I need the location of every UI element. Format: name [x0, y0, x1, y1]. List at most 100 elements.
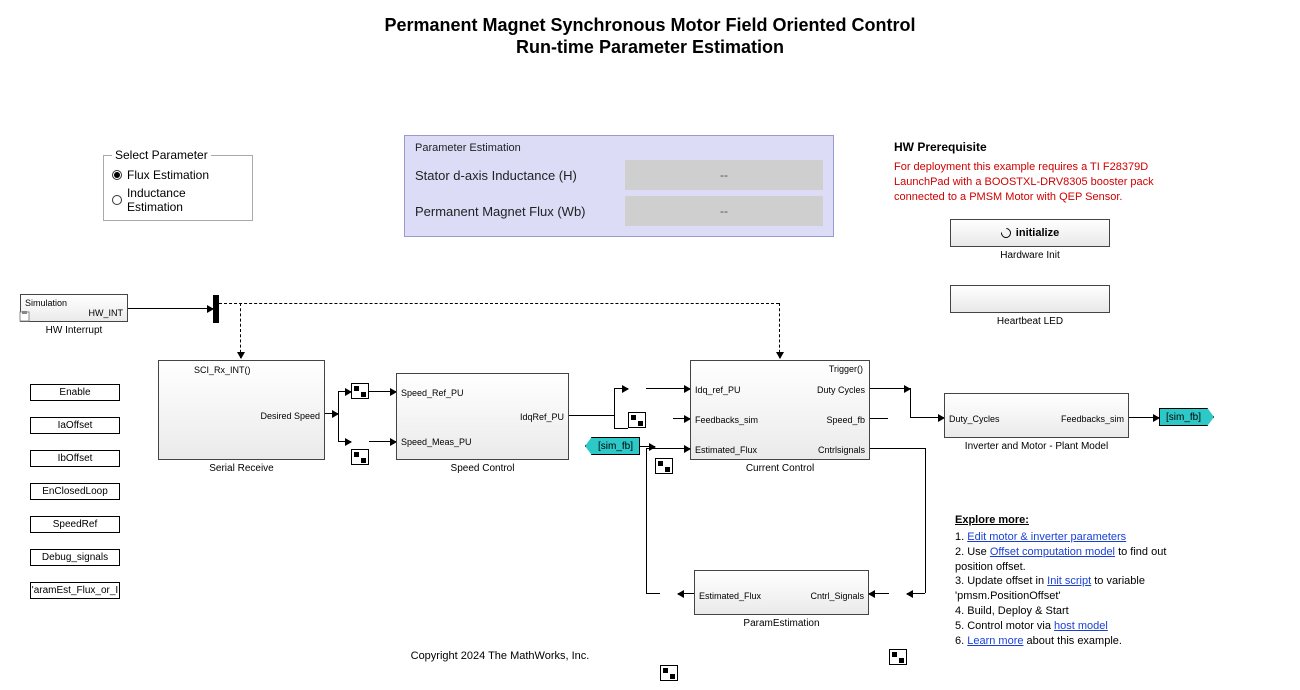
speed-control-caption: Speed Control [396, 463, 569, 474]
hw-int-port: HW_INT [89, 308, 124, 318]
signal-line [614, 388, 628, 389]
link-learn-more[interactable]: Learn more [967, 635, 1023, 647]
select-parameter-legend: Select Parameter [112, 148, 211, 162]
signal-line [646, 593, 660, 594]
initialize-caption: Hardware Init [950, 250, 1110, 261]
speed-ctrl-in1: Speed_Ref_PU [401, 388, 464, 398]
tag-enable[interactable]: Enable [30, 384, 120, 401]
hw-int-sim-label: Simulation [25, 298, 67, 308]
signal-line [128, 308, 213, 309]
pe-panel-title: Parameter Estimation [415, 142, 823, 154]
speed-control-block[interactable]: Speed_Ref_PU Speed_Meas_PU IdqRef_PU [396, 373, 569, 460]
rate-transition[interactable] [351, 383, 369, 399]
explore-title: Explore more: [955, 513, 1195, 528]
explore-text: 1. [955, 531, 967, 543]
pe-row2-label: Permanent Magnet Flux (Wb) [415, 204, 625, 219]
signal-line [369, 391, 396, 392]
signal-line [369, 441, 396, 442]
initialize-block[interactable]: initialize [950, 219, 1110, 247]
radio-inductance-estimation[interactable]: Inductance Estimation [112, 186, 244, 214]
param-estimation-caption: ParamEstimation [694, 618, 869, 629]
link-host-model[interactable]: host model [1054, 620, 1108, 632]
signal-line [1129, 417, 1159, 418]
parameter-estimation-panel: Parameter Estimation Stator d-axis Induc… [404, 135, 834, 237]
heartbeat-block[interactable] [950, 285, 1110, 313]
serial-receive-caption: Serial Receive [158, 463, 325, 474]
param-estimation-block[interactable]: Cntrl_Signals Estimated_Flux [694, 570, 869, 615]
signal-line [614, 428, 628, 429]
current-ctrl-out2: Speed_fb [826, 415, 865, 425]
rate-transition[interactable] [351, 449, 369, 465]
signal-line [869, 593, 889, 594]
plant-caption: Inverter and Motor - Plant Model [944, 441, 1129, 452]
current-ctrl-trigger: Trigger() [829, 364, 863, 374]
speed-ctrl-in2: Speed_Meas_PU [401, 437, 472, 447]
signal-line [338, 391, 351, 392]
link-edit-params[interactable]: Edit motor & inverter parameters [967, 531, 1126, 543]
signal-line [646, 388, 690, 389]
signal-line [925, 448, 926, 593]
paramest-out: Estimated_Flux [699, 591, 761, 601]
rate-transition[interactable] [660, 665, 678, 681]
rate-transition[interactable] [628, 412, 646, 428]
signal-line [640, 446, 655, 447]
current-control-caption: Current Control [690, 463, 870, 474]
serial-rx-trigger-port: SCI_Rx_INT() [194, 365, 251, 375]
radio-label: Flux Estimation [127, 168, 209, 182]
explore-more-panel: Explore more: 1. Edit motor & inverter p… [955, 513, 1195, 649]
signal-line [338, 441, 351, 442]
rate-transition[interactable] [889, 649, 907, 665]
copyright: Copyright 2024 The MathWorks, Inc. [350, 650, 650, 662]
hw-interrupt-block[interactable]: Simulation HW_INT [20, 294, 128, 322]
signal-line-dashed [219, 303, 779, 304]
explore-text: about this example. [1024, 635, 1122, 647]
signal-line [646, 448, 647, 593]
link-init-script[interactable]: Init script [1047, 575, 1091, 587]
signal-line [678, 593, 694, 594]
from-tag-simfb[interactable]: [sim_fb] [585, 437, 640, 455]
current-control-block[interactable]: Trigger() Idq_ref_PU Feedbacks_sim Estim… [690, 360, 870, 460]
clipboard-icon [19, 311, 31, 323]
radio-selected-icon [112, 170, 122, 180]
signal-line-dashed [240, 303, 241, 358]
explore-text: 5. Control motor via [955, 620, 1054, 632]
tag-speedref[interactable]: SpeedRef [30, 516, 120, 533]
current-ctrl-in1: Idq_ref_PU [695, 385, 741, 395]
link-offset-model[interactable]: Offset computation model [990, 546, 1115, 558]
signal-line [870, 388, 910, 389]
pe-row2-value: -- [625, 196, 823, 226]
tag-paramest[interactable]: 'aramEst_Flux_or_I [30, 582, 120, 599]
plant-block[interactable]: Duty_Cycles Feedbacks_sim [944, 393, 1129, 438]
signal-line [910, 388, 911, 417]
radio-flux-estimation[interactable]: Flux Estimation [112, 168, 244, 182]
explore-text: 2. Use [955, 546, 990, 558]
signal-line [907, 593, 925, 594]
hw-interrupt-caption: HW Interrupt [20, 325, 128, 336]
explore-text: 6. [955, 635, 967, 647]
signal-line [870, 448, 925, 449]
goto-tag-simfb[interactable]: [sim_fb] [1159, 408, 1214, 426]
hw-prereq-text: For deployment this example requires a T… [894, 160, 1164, 205]
signal-line [569, 415, 614, 416]
pe-row1-value: -- [625, 160, 823, 190]
radio-unselected-icon [112, 195, 122, 205]
tag-iaoffset[interactable]: IaOffset [30, 417, 120, 434]
rate-transition[interactable] [655, 458, 673, 474]
signal-line [646, 448, 690, 449]
tag-iboffset[interactable]: IbOffset [30, 450, 120, 467]
tag-enclosedloop[interactable]: EnClosedLoop [30, 483, 120, 500]
signal-line [673, 418, 690, 419]
pe-row1-label: Stator d-axis Inductance (H) [415, 168, 625, 183]
signal-line [870, 418, 888, 419]
current-ctrl-in2: Feedbacks_sim [695, 415, 758, 425]
power-icon [999, 226, 1013, 240]
current-ctrl-in3: Estimated_Flux [695, 445, 757, 455]
serial-receive-block[interactable]: SCI_Rx_INT() Desired Speed [158, 360, 325, 460]
hw-prereq-title: HW Prerequisite [894, 140, 987, 154]
tag-debug-signals[interactable]: Debug_signals [30, 549, 120, 566]
signal-line-dashed [779, 303, 780, 358]
page-title-line2: Run-time Parameter Estimation [0, 37, 1300, 58]
page-title-line1: Permanent Magnet Synchronous Motor Field… [0, 15, 1300, 36]
signal-line [614, 388, 615, 428]
signal-line [910, 417, 944, 418]
